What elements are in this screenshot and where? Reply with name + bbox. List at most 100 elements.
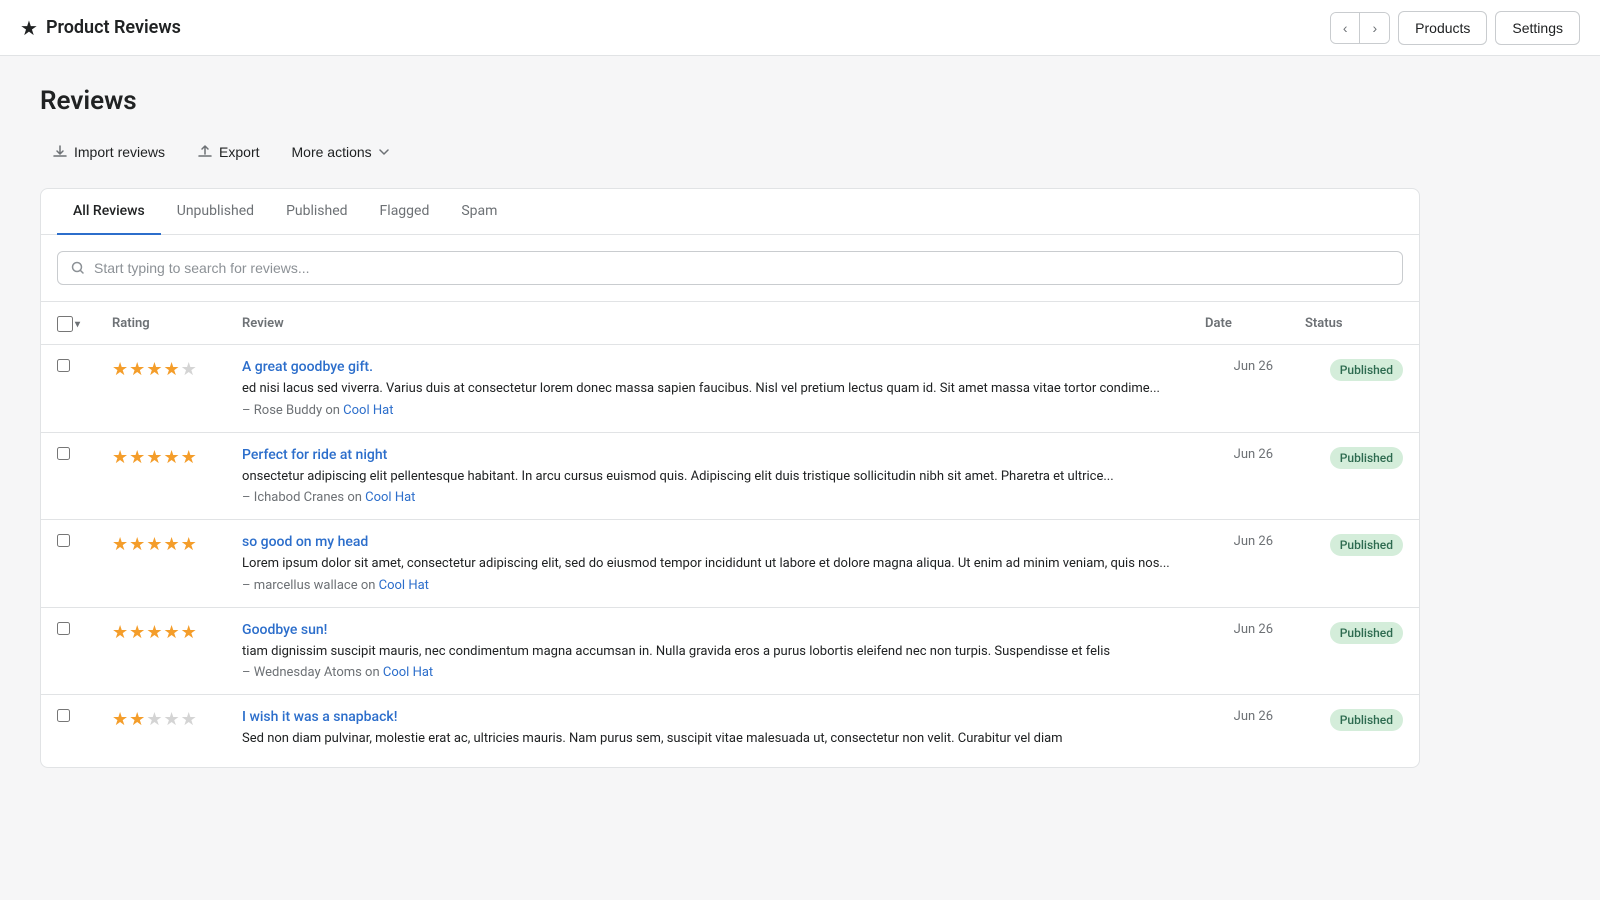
row-checkbox-1[interactable]	[57, 447, 70, 460]
import-reviews-button[interactable]: Import reviews	[40, 136, 177, 168]
star-3: ★	[146, 711, 162, 729]
star-5: ★	[181, 711, 197, 729]
table-header-row: ▾ Rating Review Date Status	[41, 302, 1419, 345]
export-button[interactable]: Export	[185, 136, 271, 168]
status-badge: Published	[1330, 709, 1403, 731]
import-icon	[52, 144, 68, 160]
product-link[interactable]: Cool Hat	[365, 490, 415, 505]
row-date-cell: Jun 26	[1189, 432, 1289, 520]
product-link[interactable]: Cool Hat	[343, 403, 393, 418]
product-link[interactable]: Cool Hat	[379, 578, 429, 593]
star-3: ★	[146, 361, 162, 379]
tab-flagged[interactable]: Flagged	[364, 189, 446, 235]
tab-spam[interactable]: Spam	[445, 189, 513, 235]
products-button[interactable]: Products	[1398, 11, 1487, 45]
row-review-cell: A great goodbye gift. ed nisi lacus sed …	[226, 345, 1189, 433]
prev-arrow-button[interactable]: ‹	[1331, 13, 1361, 43]
page-content: Reviews Import reviews Export More actio…	[0, 56, 1460, 798]
row-date-cell: Jun 26	[1189, 695, 1289, 767]
header-checkbox: ▾	[41, 302, 96, 345]
settings-button[interactable]: Settings	[1495, 11, 1580, 45]
row-checkbox-2[interactable]	[57, 534, 70, 547]
table-row: ★★★★★ Perfect for ride at night onsectet…	[41, 432, 1419, 520]
star-3: ★	[146, 536, 162, 554]
status-badge: Published	[1330, 447, 1403, 469]
status-badge: Published	[1330, 359, 1403, 381]
review-author: – marcellus wallace on Cool Hat	[242, 578, 1173, 593]
next-arrow-button[interactable]: ›	[1360, 13, 1389, 43]
star-3: ★	[146, 624, 162, 642]
select-all-checkbox[interactable]	[57, 316, 73, 332]
header-date: Date	[1189, 302, 1289, 345]
star-1: ★	[112, 711, 128, 729]
row-date-cell: Jun 26	[1189, 520, 1289, 608]
star-2: ★	[129, 449, 145, 467]
product-link[interactable]: Cool Hat	[383, 665, 433, 680]
row-review-cell: I wish it was a snapback! Sed non diam p…	[226, 695, 1189, 767]
tab-unpublished[interactable]: Unpublished	[161, 189, 270, 235]
star-4: ★	[163, 449, 179, 467]
stars: ★★★★★	[112, 622, 210, 642]
star-4: ★	[163, 361, 179, 379]
stars: ★★★★★	[112, 447, 210, 467]
row-checkbox-4[interactable]	[57, 709, 70, 722]
table-row: ★★★★★ Goodbye sun! tiam dignissim suscip…	[41, 607, 1419, 695]
app-brand: ★ Product Reviews	[20, 16, 181, 40]
row-rating-cell: ★★★★★	[96, 695, 226, 767]
search-field-wrap	[57, 251, 1403, 285]
star-4: ★	[163, 624, 179, 642]
review-title-link[interactable]: so good on my head	[242, 534, 368, 550]
row-checkbox-3[interactable]	[57, 622, 70, 635]
page-title: Reviews	[40, 86, 1420, 116]
more-actions-label: More actions	[292, 144, 372, 160]
chevron-down-icon	[378, 146, 390, 158]
star-5: ★	[181, 536, 197, 554]
search-wrap	[41, 235, 1419, 302]
star-4: ★	[163, 711, 179, 729]
export-icon	[197, 144, 213, 160]
search-icon	[70, 260, 86, 276]
reviews-table: ▾ Rating Review Date Status ★★★★★ A grea…	[41, 302, 1419, 767]
row-checkbox-0[interactable]	[57, 359, 70, 372]
row-rating-cell: ★★★★★	[96, 520, 226, 608]
review-author: – Wednesday Atoms on Cool Hat	[242, 665, 1173, 680]
review-title-link[interactable]: I wish it was a snapback!	[242, 709, 397, 725]
review-title-link[interactable]: A great goodbye gift.	[242, 359, 373, 375]
review-author: – Ichabod Cranes on Cool Hat	[242, 490, 1173, 505]
row-review-cell: so good on my head Lorem ipsum dolor sit…	[226, 520, 1189, 608]
star-4: ★	[163, 536, 179, 554]
row-rating-cell: ★★★★★	[96, 345, 226, 433]
more-actions-button[interactable]: More actions	[280, 136, 402, 168]
row-status-cell: Published	[1289, 345, 1419, 433]
star-5: ★	[181, 624, 197, 642]
row-review-cell: Goodbye sun! tiam dignissim suscipit mau…	[226, 607, 1189, 695]
star-2: ★	[129, 361, 145, 379]
table-row: ★★★★★ so good on my head Lorem ipsum dol…	[41, 520, 1419, 608]
row-date-cell: Jun 26	[1189, 345, 1289, 433]
star-1: ★	[112, 361, 128, 379]
star-5: ★	[181, 449, 197, 467]
review-body-text: tiam dignissim suscipit mauris, nec cond…	[242, 642, 1173, 662]
tab-published[interactable]: Published	[270, 189, 363, 235]
tabs: All Reviews Unpublished Published Flagge…	[41, 189, 1419, 235]
review-title-link[interactable]: Goodbye sun!	[242, 622, 327, 638]
row-rating-cell: ★★★★★	[96, 607, 226, 695]
checkbox-dropdown-icon[interactable]: ▾	[75, 319, 80, 330]
nav-arrows: ‹ ›	[1330, 12, 1390, 44]
status-badge: Published	[1330, 534, 1403, 556]
review-body-text: onsectetur adipiscing elit pellentesque …	[242, 467, 1173, 487]
row-status-cell: Published	[1289, 695, 1419, 767]
row-review-cell: Perfect for ride at night onsectetur adi…	[226, 432, 1189, 520]
tab-all-reviews[interactable]: All Reviews	[57, 189, 161, 235]
import-reviews-label: Import reviews	[74, 144, 165, 160]
review-body-text: Lorem ipsum dolor sit amet, consectetur …	[242, 554, 1173, 574]
review-title-link[interactable]: Perfect for ride at night	[242, 447, 387, 463]
star-1: ★	[112, 449, 128, 467]
stars: ★★★★★	[112, 534, 210, 554]
app-title: Product Reviews	[46, 17, 181, 38]
star-2: ★	[129, 536, 145, 554]
stars: ★★★★★	[112, 359, 210, 379]
row-status-cell: Published	[1289, 607, 1419, 695]
row-rating-cell: ★★★★★	[96, 432, 226, 520]
search-input[interactable]	[94, 260, 1390, 276]
